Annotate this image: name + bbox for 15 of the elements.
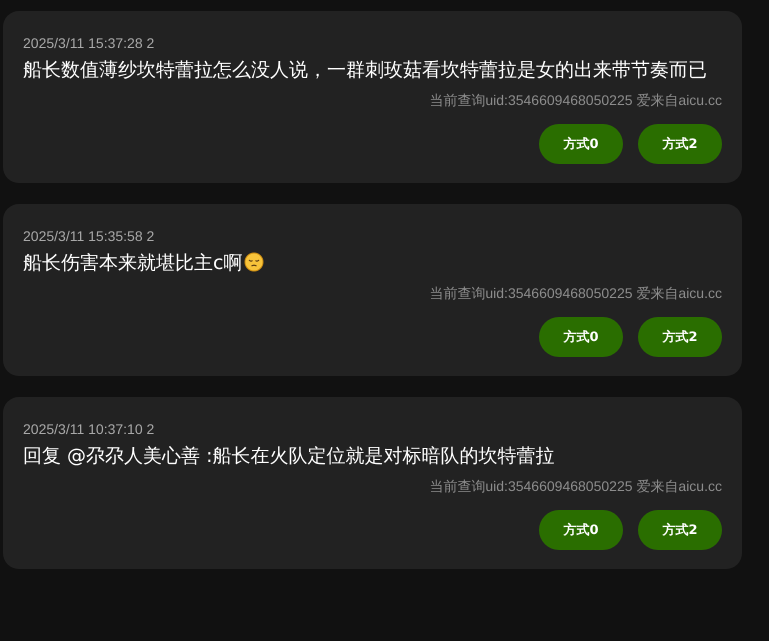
method-button[interactable]: 方式0: [539, 510, 623, 550]
method-button[interactable]: 方式2: [638, 124, 722, 164]
method-button[interactable]: 方式0: [539, 317, 623, 357]
comment-meta: 2025/3/11 15:35:58 2: [23, 227, 156, 246]
comment-text: 船长伤害本来就堪比主c啊: [23, 249, 722, 277]
comment-text: 回复 @尕尕人美心善 :船长在火队定位就是对标暗队的坎特蕾拉: [23, 444, 556, 469]
comment-meta: 2025/3/11 15:37:28 2: [23, 34, 156, 53]
comment-text: 船长数值薄纱坎特蕾拉怎么没人说，一群刺玫菇看坎特蕾拉是女的出来带节奏而已: [23, 58, 708, 83]
comment-meta: 2025/3/11 10:37:10 2: [23, 420, 156, 439]
method-button[interactable]: 方式0: [539, 124, 623, 164]
method-button[interactable]: 方式2: [638, 317, 722, 357]
method-button[interactable]: 方式2: [638, 510, 722, 550]
source-note: 当前查询uid:3546609468050225 爱来自aicu.cc: [429, 477, 722, 496]
source-note: 当前查询uid:3546609468050225 爱来自aicu.cc: [429, 91, 722, 110]
source-note: 当前查询uid:3546609468050225 爱来自aicu.cc: [429, 284, 722, 303]
